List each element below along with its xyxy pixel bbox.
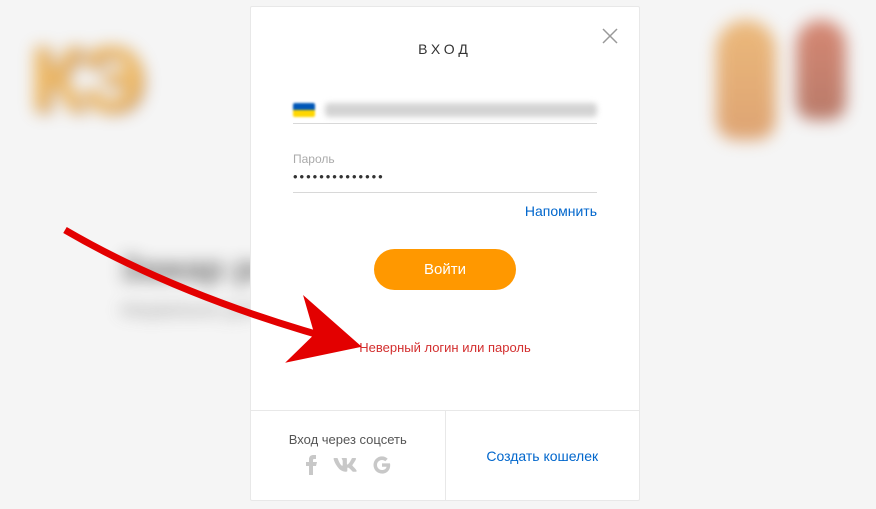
google-login-button[interactable]	[373, 456, 391, 479]
google-icon	[373, 456, 391, 474]
login-value-obscured	[325, 103, 597, 117]
bg-character	[716, 20, 776, 140]
social-login-label: Вход через соцсеть	[289, 432, 407, 447]
modal-title: ВХОД	[293, 41, 597, 57]
close-icon	[601, 27, 619, 45]
vk-login-button[interactable]	[333, 458, 357, 477]
error-message: Неверный логин или пароль	[293, 340, 597, 355]
login-field[interactable]	[293, 97, 597, 124]
login-modal: ВХОД Пароль •••••••••••••• Напомнить Вой…	[250, 6, 640, 501]
facebook-icon	[305, 455, 317, 475]
social-login-section: Вход через соцсеть	[251, 411, 446, 500]
remind-link[interactable]: Напомнить	[525, 203, 597, 219]
ukraine-flag-icon	[293, 103, 315, 117]
close-button[interactable]	[597, 23, 623, 49]
bg-logo-fragment: КЭ	[30, 29, 140, 132]
facebook-login-button[interactable]	[305, 455, 317, 480]
bg-character	[796, 20, 846, 120]
create-wallet-link[interactable]: Создать кошелек	[486, 448, 598, 464]
modal-footer: Вход через соцсеть	[251, 410, 639, 500]
password-field[interactable]: Пароль ••••••••••••••	[293, 146, 597, 193]
password-mask: ••••••••••••••	[293, 169, 385, 184]
create-wallet-section: Создать кошелек	[446, 411, 640, 500]
vk-icon	[333, 458, 357, 472]
submit-button[interactable]: Войти	[374, 249, 516, 290]
password-label: Пароль	[293, 152, 597, 166]
